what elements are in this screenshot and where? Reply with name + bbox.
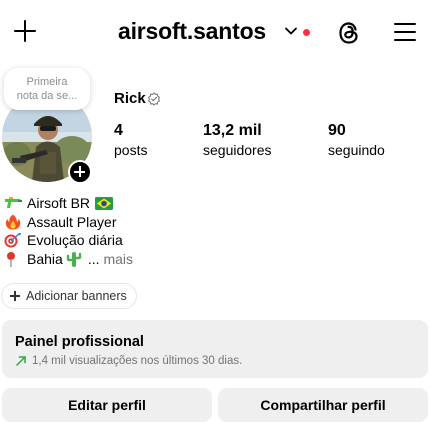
chevron-down-icon[interactable] xyxy=(284,24,298,38)
bio-line: Assault Player xyxy=(3,213,133,232)
following-count: 90 xyxy=(328,122,346,139)
plus-icon xyxy=(10,291,20,301)
bio-line: Evolução diária xyxy=(3,231,133,250)
verified-badge-icon[interactable] xyxy=(147,92,161,106)
cactus-icon xyxy=(66,251,82,267)
stat-followers[interactable]: 13,2 mil seguidores xyxy=(203,122,272,159)
bio-line: Bahia ... mais xyxy=(3,250,133,269)
bio-ellipsis: ... xyxy=(87,250,100,267)
professional-dashboard-title: Painel profissional xyxy=(15,334,144,350)
bio-text: Bahia xyxy=(27,250,63,267)
professional-dashboard[interactable]: Painel profissional 1,4 mil visualizaçõe… xyxy=(2,320,428,378)
following-label: seguindo xyxy=(328,142,385,158)
stat-following[interactable]: 90 seguindo xyxy=(328,122,385,159)
brazil-flag-icon xyxy=(95,196,114,210)
followers-label: seguidores xyxy=(203,142,272,158)
note-text-line2: nota da se... xyxy=(16,90,78,102)
add-banners-button[interactable]: Adicionar banners xyxy=(2,284,136,308)
note-text-line1: Primeira xyxy=(26,76,68,88)
target-icon xyxy=(4,233,21,248)
bio-text: Evolução diária xyxy=(27,232,123,248)
display-name: Rick xyxy=(114,90,146,107)
edit-profile-button[interactable]: Editar perfil xyxy=(2,388,212,422)
professional-dashboard-subtitle: 1,4 mil visualizações nos últimos 30 dia… xyxy=(15,353,416,369)
add-story-plus-icon[interactable] xyxy=(68,160,92,184)
bio-text: Airsoft BR xyxy=(27,195,91,211)
fire-icon xyxy=(5,214,21,230)
trend-up-icon xyxy=(16,356,26,366)
hamburger-menu-icon[interactable] xyxy=(394,22,418,42)
notification-dot xyxy=(303,29,310,36)
bio-text: Assault Player xyxy=(27,213,117,230)
bio-more-link[interactable]: mais xyxy=(103,250,133,269)
share-profile-button[interactable]: Compartilhar perfil xyxy=(218,388,428,422)
threads-icon[interactable] xyxy=(336,20,362,46)
stat-posts[interactable]: 4 posts xyxy=(114,122,147,159)
bio: Airsoft BR Assault Player Evolução diári… xyxy=(3,194,133,268)
add-banners-label: Adicionar banners xyxy=(26,289,127,303)
create-plus-icon[interactable] xyxy=(12,18,38,44)
top-bar: airsoft.santos xyxy=(0,0,430,66)
views-summary: 1,4 mil visualizações nos últimos 30 dia… xyxy=(32,355,243,367)
followers-count: 13,2 mil xyxy=(203,122,262,139)
pin-icon xyxy=(7,251,15,267)
username-title[interactable]: airsoft.santos xyxy=(118,18,266,45)
posts-label: posts xyxy=(114,142,148,158)
bio-line: Airsoft BR xyxy=(3,194,133,213)
posts-count: 4 xyxy=(114,122,123,139)
water-gun-icon xyxy=(5,197,22,209)
note-bubble[interactable]: Primeira nota da se... xyxy=(4,68,90,110)
